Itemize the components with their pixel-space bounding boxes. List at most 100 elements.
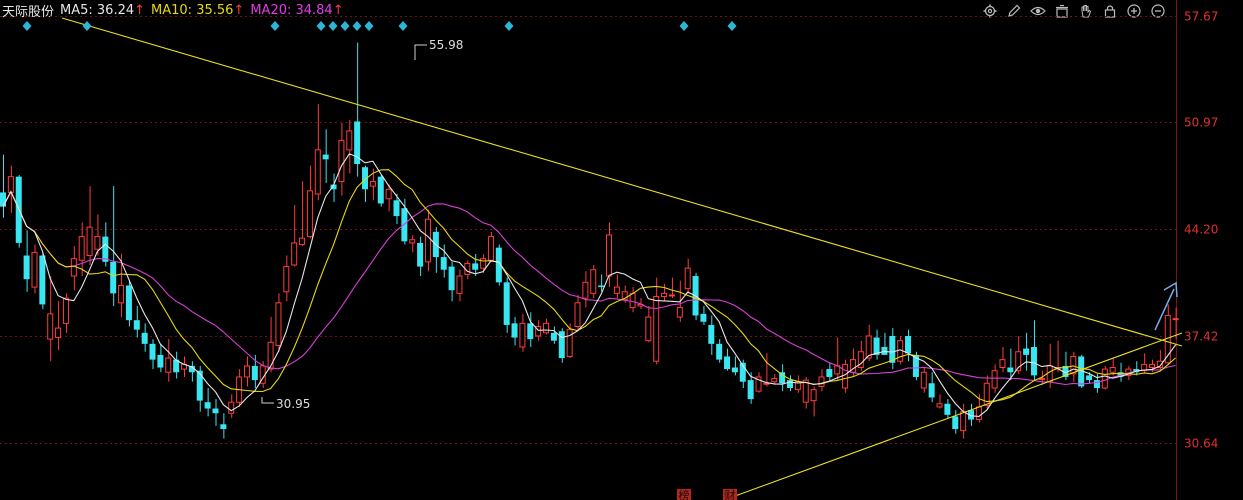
- badge-bang[interactable]: 榜: [679, 488, 690, 500]
- candle-body: [393, 200, 400, 217]
- candle: [810, 386, 817, 417]
- event-marker[interactable]: [82, 21, 92, 31]
- candle: [346, 119, 353, 174]
- price-annotations: 55.98 30.95: [261, 38, 463, 411]
- candle-body: [668, 294, 675, 297]
- candle: [1156, 350, 1163, 371]
- candle-body: [243, 365, 250, 378]
- candle-body: [440, 257, 447, 270]
- candle-body: [1046, 365, 1053, 383]
- candle: [1101, 365, 1108, 390]
- kline-chart[interactable]: 57.6750.9744.2037.4230.64 55.9830.95 榜财: [0, 0, 1243, 500]
- event-marker[interactable]: [504, 21, 514, 31]
- candle: [755, 372, 762, 393]
- event-marker[interactable]: [364, 21, 374, 31]
- candle: [543, 318, 550, 335]
- candle: [511, 317, 518, 346]
- moving-averages: [2, 153, 1177, 417]
- candle: [834, 337, 841, 381]
- candle-body: [125, 285, 132, 321]
- candle: [125, 280, 132, 327]
- candle: [39, 252, 46, 310]
- candle: [905, 329, 912, 362]
- candle-body: [110, 261, 117, 294]
- candle-body: [582, 281, 589, 299]
- candle: [141, 323, 148, 352]
- candle-body: [424, 218, 431, 263]
- candle-body: [417, 242, 424, 267]
- candle-body: [771, 378, 778, 383]
- y-tick-label: 44.20: [1184, 223, 1218, 237]
- candle-body: [78, 236, 85, 261]
- candle-body: [818, 376, 825, 387]
- candle-body: [55, 327, 62, 339]
- candle: [700, 305, 707, 325]
- candle-body: [369, 180, 376, 187]
- candle-body: [613, 286, 620, 294]
- candle: [432, 227, 439, 273]
- high-price-label: 55.98: [429, 38, 463, 52]
- candle-body: [605, 234, 612, 277]
- candle-body: [708, 324, 715, 344]
- event-marker[interactable]: [679, 21, 689, 31]
- candle-body: [196, 370, 203, 401]
- event-marker[interactable]: [352, 21, 362, 31]
- candle-body: [251, 365, 258, 381]
- candle-body: [511, 323, 518, 338]
- candle: [31, 244, 38, 294]
- candle: [1109, 358, 1116, 376]
- candle-body: [23, 255, 30, 280]
- candle: [424, 209, 431, 272]
- event-marker[interactable]: [22, 21, 32, 31]
- candle: [228, 394, 235, 418]
- candle: [574, 294, 581, 332]
- candle: [55, 301, 62, 351]
- candle-body: [826, 369, 833, 377]
- candle-body: [228, 401, 235, 414]
- candle-body: [676, 307, 683, 318]
- candle: [653, 277, 660, 365]
- candle: [188, 361, 195, 382]
- candle-body: [661, 292, 668, 298]
- candle: [70, 246, 77, 291]
- candle: [15, 175, 22, 248]
- candle-body: [550, 332, 557, 341]
- candle-body: [920, 371, 927, 389]
- candle: [716, 339, 723, 363]
- event-marker[interactable]: [340, 21, 350, 31]
- candle-body: [212, 408, 219, 414]
- candle-body: [0, 192, 6, 207]
- candle-body: [322, 154, 329, 160]
- candle-body: [716, 343, 723, 360]
- candle-body: [220, 424, 227, 430]
- candle-body: [960, 411, 967, 432]
- candle-body: [102, 236, 109, 262]
- candle: [220, 413, 227, 439]
- badge-cai[interactable]: 财: [725, 488, 736, 500]
- event-marker[interactable]: [328, 21, 338, 31]
- low-price-label: 30.95: [276, 397, 310, 411]
- candle-body: [377, 176, 384, 204]
- event-marker[interactable]: [398, 21, 408, 31]
- candle: [1023, 332, 1030, 371]
- low-pointer: [261, 397, 274, 404]
- candle: [519, 313, 526, 352]
- candle: [1117, 362, 1124, 382]
- candle: [668, 277, 675, 299]
- candle: [283, 255, 290, 302]
- candle-body: [724, 356, 731, 370]
- candle-body: [653, 296, 660, 362]
- candle-body: [1070, 355, 1077, 375]
- event-marker[interactable]: [727, 21, 737, 31]
- high-pointer: [414, 44, 427, 60]
- candle-body: [456, 275, 463, 294]
- event-marker[interactable]: [316, 21, 326, 31]
- candle: [889, 328, 896, 370]
- event-marker[interactable]: [270, 21, 280, 31]
- candle-body: [936, 403, 943, 408]
- candle: [487, 231, 494, 262]
- candle: [873, 329, 880, 360]
- candle-body: [1038, 378, 1045, 381]
- candle: [417, 236, 424, 277]
- candle: [558, 328, 565, 363]
